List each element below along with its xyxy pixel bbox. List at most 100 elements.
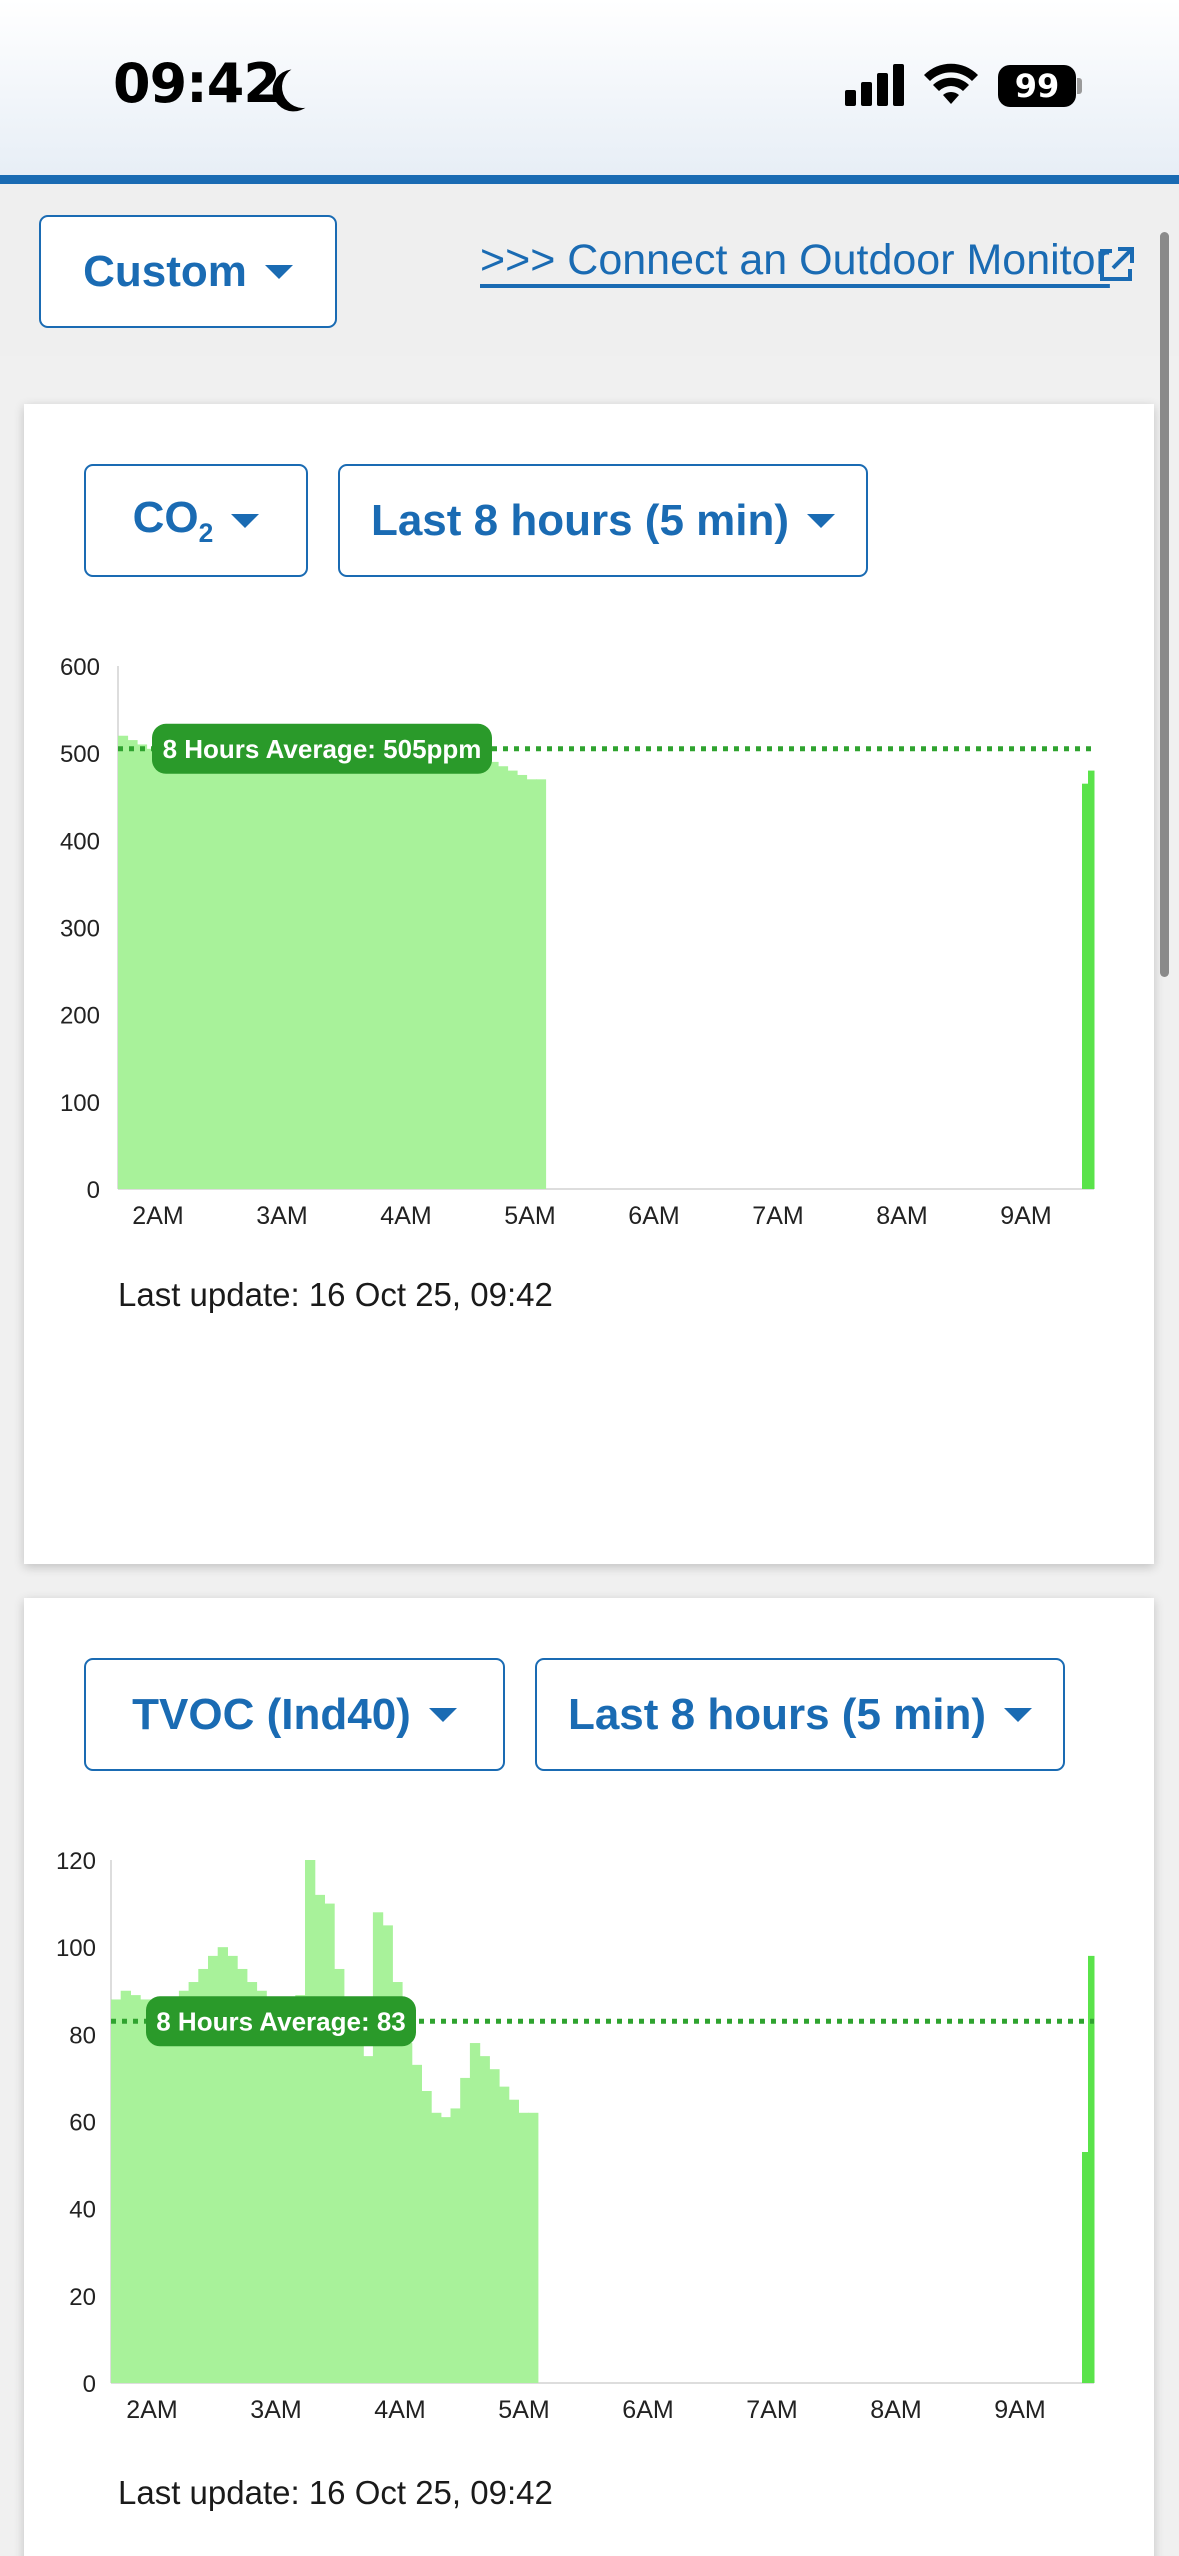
bar	[222, 753, 233, 1189]
bar	[489, 2069, 500, 2383]
bar	[479, 753, 490, 1189]
average-label: 8 Hours Average: 505ppm	[163, 734, 482, 764]
bar	[159, 2003, 170, 2383]
bar	[374, 753, 385, 1189]
bar	[536, 779, 547, 1189]
bar	[149, 1999, 161, 2383]
x-tick-label: 7AM	[746, 2396, 797, 2424]
x-tick-label: 6AM	[622, 2396, 673, 2424]
bar	[411, 2064, 422, 2383]
bar	[298, 753, 309, 1189]
bar	[488, 761, 499, 1189]
y-tick-label: 200	[60, 1003, 100, 1030]
bar	[118, 735, 129, 1189]
y-tick-label: 100	[56, 1935, 96, 1962]
y-tick-label: 20	[69, 2284, 96, 2311]
bar	[479, 2056, 490, 2383]
y-tick-label: 40	[69, 2197, 96, 2224]
bar	[431, 753, 442, 1189]
bar	[260, 753, 271, 1189]
bar	[431, 2112, 442, 2383]
bar	[336, 753, 347, 1189]
bar	[402, 2043, 413, 2383]
bar	[137, 744, 148, 1189]
bar	[175, 753, 186, 1189]
bar	[393, 753, 404, 1189]
bar	[498, 766, 509, 1189]
x-tick-label: 4AM	[374, 2396, 425, 2424]
bar	[460, 2077, 471, 2383]
header-accent-line	[0, 175, 1179, 184]
bar	[285, 2003, 296, 2383]
bar	[140, 1999, 151, 2383]
bar	[382, 1925, 393, 2383]
bar	[165, 753, 176, 1189]
y-tick-label: 0	[87, 1177, 100, 1204]
bar	[403, 753, 414, 1189]
x-tick-label: 3AM	[250, 2396, 301, 2424]
y-tick-label: 120	[56, 1848, 96, 1875]
wifi-icon	[924, 63, 978, 104]
x-tick-label: 3AM	[256, 1202, 307, 1230]
y-tick-label: 60	[69, 2110, 96, 2137]
x-tick-label: 5AM	[498, 2396, 549, 2424]
bar	[518, 2112, 529, 2383]
x-tick-label: 5AM	[504, 1202, 555, 1230]
tvoc-chart: 0 20 40 60 80 100 120 2AM 3AM 4AM 5AM 6AM 7AM 8AM 9AM 8…	[56, 1848, 1095, 2424]
y-tick-label: 300	[60, 916, 100, 943]
x-tick-label: 7AM	[752, 1202, 803, 1230]
bar	[343, 2012, 355, 2383]
co2-card: CO2 Last 8 hours (5 min) 0 100 200 300 400 50…	[24, 404, 1154, 1564]
bar	[499, 2086, 510, 2383]
bar	[346, 753, 357, 1189]
bar	[275, 2008, 287, 2383]
bar	[412, 753, 423, 1189]
bar	[526, 779, 537, 1189]
bar	[241, 753, 252, 1189]
bar	[120, 1990, 131, 2383]
bar	[507, 770, 518, 1189]
bar	[327, 753, 338, 1189]
x-tick-label: 9AM	[1000, 1202, 1051, 1230]
bar	[324, 1903, 335, 2383]
bar	[460, 753, 471, 1189]
bar	[256, 1990, 267, 2383]
x-tick-label: 9AM	[994, 2396, 1045, 2424]
bar	[213, 753, 224, 1189]
bar-current	[1082, 783, 1089, 1189]
caret-down-icon	[264, 264, 293, 279]
bar	[130, 1995, 141, 2383]
status-bar: 09:42 99	[0, 0, 1179, 175]
y-tick-label: 80	[69, 2022, 96, 2049]
bar-current	[1082, 2152, 1089, 2383]
bar	[365, 753, 376, 1189]
last-update-tvoc: Last update: 16 Oct 25, 09:42	[118, 2474, 553, 2511]
y-tick-label: 100	[60, 1090, 100, 1117]
x-tick-label: 4AM	[380, 1202, 431, 1230]
bar	[353, 2034, 364, 2383]
bar	[314, 1894, 325, 2383]
range-dropdown[interactable]: Custom	[39, 215, 337, 328]
bar	[422, 753, 433, 1189]
external-link-icon[interactable]	[1096, 245, 1136, 285]
bar	[317, 753, 328, 1189]
battery-indicator: 99	[998, 65, 1076, 107]
bar	[156, 748, 167, 1189]
scrollbar[interactable]	[1160, 232, 1169, 977]
bar	[232, 753, 243, 1189]
bar	[203, 753, 214, 1189]
bar	[440, 2117, 452, 2383]
connect-outdoor-monitor-link[interactable]: >>> Connect an Outdoor Monitor	[480, 236, 1110, 285]
bar	[384, 753, 395, 1189]
y-tick-label: 0	[83, 2371, 96, 2398]
bar	[372, 1912, 384, 2383]
bar	[178, 1990, 190, 2383]
average-label: 8 Hours Average: 83	[156, 2006, 406, 2036]
bar	[441, 753, 452, 1189]
bar	[528, 2112, 539, 2383]
bar	[508, 2099, 519, 2383]
bar	[146, 748, 157, 1189]
bar	[111, 1999, 122, 2383]
x-tick-label: 2AM	[132, 1202, 183, 1230]
bar	[266, 1999, 277, 2383]
